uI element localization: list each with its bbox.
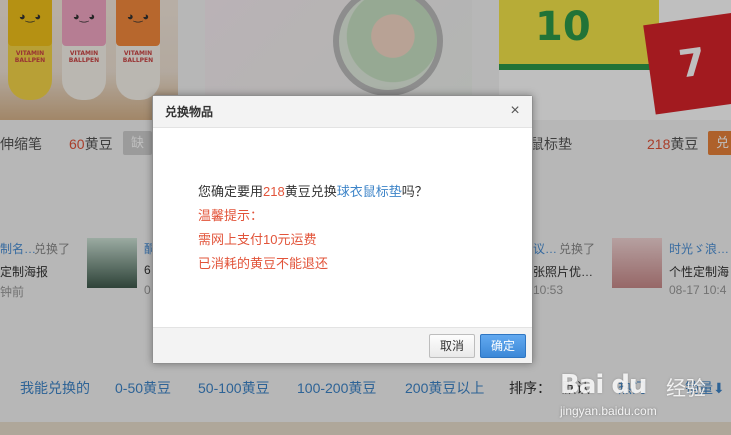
dialog-title: 兑换物品 xyxy=(153,96,532,128)
tip-refund: 已消耗的黄豆不能退还 xyxy=(198,256,329,271)
dialog-message: 您确定要用218黄豆兑换球衣鼠标垫吗？ 温馨提示： 需网上支付10元运费 已消耗… xyxy=(198,180,428,276)
tip-title: 温馨提示： xyxy=(198,208,264,223)
tip-shipping: 需网上支付10元运费 xyxy=(198,232,317,247)
exchange-dialog: 兑换物品 × 您确定要用218黄豆兑换球衣鼠标垫吗？ 温馨提示： 需网上支付10… xyxy=(152,95,533,364)
cancel-button[interactable]: 取消 xyxy=(429,334,475,358)
dialog-footer: 取消 确定 xyxy=(153,327,532,363)
close-icon[interactable]: × xyxy=(506,102,524,120)
ok-button[interactable]: 确定 xyxy=(480,334,526,358)
confirm-line: 您确定要用218黄豆兑换球衣鼠标垫吗？ xyxy=(198,184,428,199)
confirm-item-name: 球衣鼠标垫 xyxy=(336,184,402,199)
confirm-amount: 218 xyxy=(263,184,285,199)
